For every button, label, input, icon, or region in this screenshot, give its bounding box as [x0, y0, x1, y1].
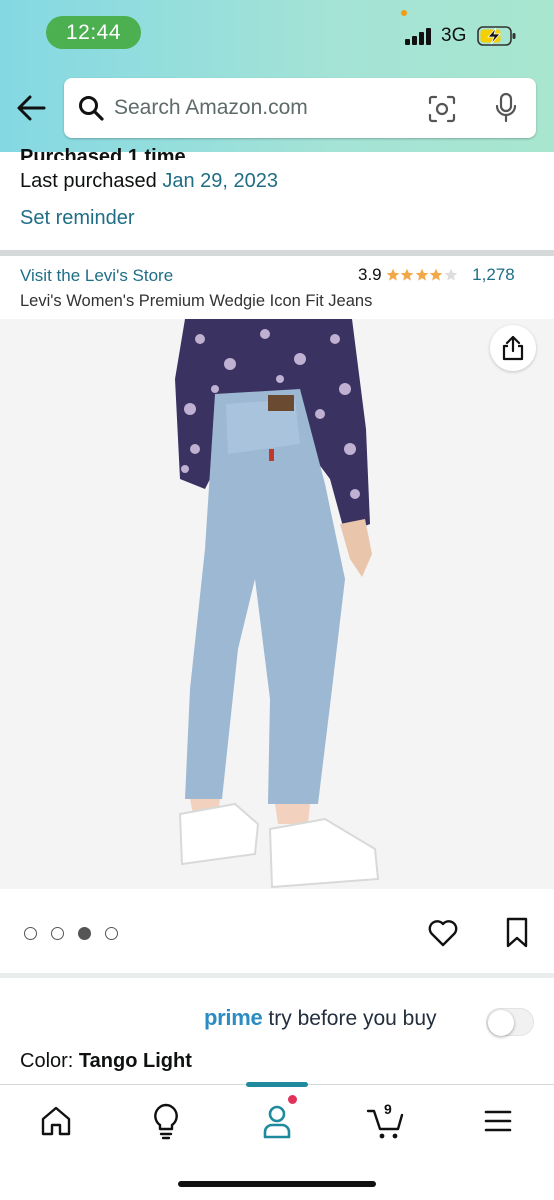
product-image[interactable]	[0, 319, 554, 889]
menu-icon[interactable]	[476, 1101, 520, 1141]
microphone-icon[interactable]	[494, 92, 518, 124]
prime-try-before-you-buy: prime try before you buy	[204, 1005, 437, 1031]
color-label: Color:	[20, 1050, 74, 1072]
carousel-dot-active[interactable]	[78, 927, 91, 940]
prime-label: try before you buy	[268, 1007, 437, 1030]
carousel-dot[interactable]	[51, 927, 64, 940]
section-divider	[0, 250, 554, 256]
account-icon[interactable]	[255, 1101, 299, 1141]
battery-charging-icon	[477, 26, 516, 46]
cart-count: 9	[384, 1101, 392, 1117]
back-arrow-icon[interactable]	[16, 94, 46, 122]
home-indicator	[178, 1181, 376, 1187]
camera-lens-icon[interactable]	[428, 95, 456, 123]
purchase-history-section: Purchased 1 time Last purchased Jan 29, …	[0, 146, 554, 248]
toggle-knob	[488, 1010, 514, 1036]
rating-value: 3.9	[358, 265, 382, 284]
bottom-nav: 9	[0, 1082, 554, 1200]
search-icon	[79, 96, 104, 121]
network-type: 3G	[441, 25, 467, 46]
visit-store-link[interactable]: Visit the Levi's Store	[20, 266, 173, 286]
star-rating-icon	[386, 268, 459, 282]
purchased-count-text: Purchased 1 time	[20, 146, 186, 160]
lightbulb-icon[interactable]	[144, 1101, 188, 1141]
share-button[interactable]	[490, 325, 536, 371]
review-count-link[interactable]: 1,278	[472, 265, 515, 285]
share-icon	[502, 335, 524, 361]
last-purchased-text: Last purchased Jan 29, 2023	[20, 170, 278, 193]
product-photo-jeans	[0, 319, 554, 889]
home-icon[interactable]	[34, 1101, 78, 1141]
set-reminder-link[interactable]: Set reminder	[20, 207, 135, 230]
heart-icon[interactable]	[428, 919, 458, 947]
product-title: Levi's Women's Premium Wedgie Icon Fit J…	[20, 292, 373, 310]
color-value: Tango Light	[78, 1050, 192, 1072]
carousel-dots[interactable]	[24, 927, 132, 940]
bookmark-icon[interactable]	[505, 917, 529, 949]
prime-logo-text: prime	[204, 1005, 263, 1030]
search-row	[0, 76, 554, 140]
rating-summary[interactable]: 3.9 1,278	[358, 265, 515, 285]
status-time: 12:44	[46, 16, 141, 49]
status-bar: 12:44 3G	[0, 0, 554, 66]
last-purchased-date-link[interactable]: Jan 29, 2023	[162, 170, 278, 192]
header-area: 12:44 3G	[0, 0, 554, 152]
carousel-dot[interactable]	[105, 927, 118, 940]
prime-try-toggle[interactable]	[486, 1008, 534, 1036]
privacy-indicator-dot	[401, 10, 407, 16]
search-input[interactable]	[114, 88, 414, 128]
active-tab-indicator	[246, 1082, 308, 1087]
search-box[interactable]	[64, 78, 536, 138]
last-purchased-label: Last purchased	[20, 170, 157, 192]
section-divider	[0, 973, 554, 978]
carousel-dot[interactable]	[24, 927, 37, 940]
color-selection: Color: Tango Light	[20, 1050, 192, 1073]
signal-icon	[405, 28, 435, 45]
notification-badge	[287, 1094, 298, 1105]
